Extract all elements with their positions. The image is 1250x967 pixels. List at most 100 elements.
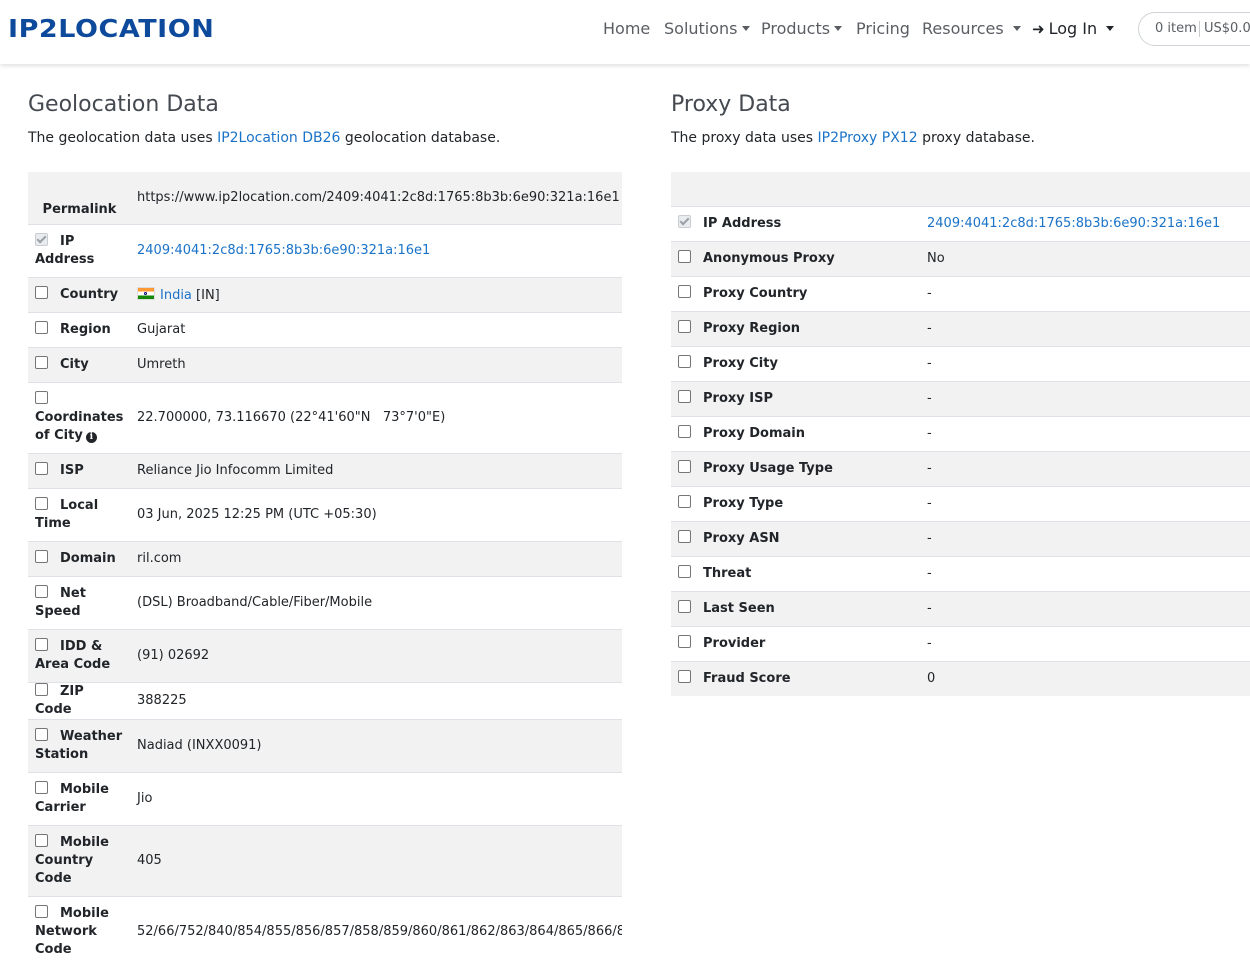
- row-checkbox[interactable]: [678, 354, 691, 368]
- row-checkbox[interactable]: [678, 249, 691, 263]
- row-checkbox[interactable]: [678, 529, 691, 543]
- row-label: Proxy Usage Type: [671, 450, 918, 486]
- row-checkbox[interactable]: [678, 459, 691, 473]
- country-link[interactable]: India: [160, 288, 192, 303]
- nav-login-label: Log In: [1048, 19, 1098, 38]
- row-value: 22.700000, 73.116670 (22°41'60"N 73°7'0"…: [128, 381, 622, 453]
- row-label: ZIP Code: [28, 681, 128, 719]
- row-checkbox[interactable]: [678, 319, 691, 333]
- row-checkbox[interactable]: [35, 320, 48, 334]
- row-label-text: Domain: [60, 550, 116, 566]
- row-value: Jio: [128, 771, 622, 825]
- row-checkbox[interactable]: [678, 564, 691, 578]
- row-label-text: Coordinates of City: [35, 409, 124, 443]
- geolocation-title: Geolocation Data: [28, 92, 219, 117]
- chevron-down-icon: [834, 26, 843, 31]
- row-checkbox[interactable]: [678, 284, 691, 298]
- nav-home-link[interactable]: Home: [603, 18, 650, 40]
- row-label: Proxy ASN: [671, 520, 918, 556]
- row-label: Proxy Domain: [671, 415, 918, 451]
- chevron-down-icon: [1012, 26, 1021, 31]
- country-code: [IN]: [191, 287, 220, 303]
- row-label: Last Seen: [671, 590, 918, 626]
- row-checkbox[interactable]: [35, 285, 48, 299]
- row-checkbox[interactable]: [35, 584, 48, 598]
- nav-solutions-dropdown[interactable]: Solutions: [664, 18, 750, 40]
- table-row: Proxy City -: [671, 345, 1250, 381]
- row-label: Domain: [28, 540, 128, 576]
- row-label: ISP: [28, 452, 128, 488]
- table-row: Anonymous Proxy No: [671, 240, 1250, 276]
- table-row: Weather Station Nadiad (INXX0091): [28, 718, 622, 772]
- row-label: IP Address: [28, 223, 128, 277]
- row-value: (DSL) Broadband/Cable/Fiber/Mobile: [128, 575, 622, 629]
- table-row: Last Seen -: [671, 590, 1250, 626]
- row-checkbox[interactable]: [35, 232, 48, 246]
- row-checkbox[interactable]: [678, 634, 691, 648]
- nav-solutions-label: Solutions: [664, 19, 738, 38]
- row-checkbox[interactable]: [678, 389, 691, 403]
- ip-address-link[interactable]: 2409:4041:2c8d:1765:8b3b:6e90:321a:16e1: [137, 243, 430, 258]
- permalink-value: https://www.ip2location.com/2409:4041:2c…: [128, 172, 622, 224]
- row-checkbox[interactable]: [678, 214, 691, 228]
- nav-pricing-link[interactable]: Pricing: [856, 18, 910, 40]
- table-row: ZIP Code 388225: [28, 681, 622, 719]
- row-checkbox[interactable]: [35, 833, 48, 847]
- cart-item-count: 0 item: [1155, 21, 1197, 36]
- db26-link[interactable]: IP2Location DB26: [217, 130, 340, 146]
- nav-products-dropdown[interactable]: Products: [761, 18, 843, 40]
- row-label-text: Fraud Score: [703, 670, 791, 686]
- table-row: Region Gujarat: [28, 311, 622, 347]
- info-icon[interactable]: i: [85, 431, 97, 443]
- header-cell: [918, 172, 1250, 206]
- chevron-down-icon: [1106, 26, 1115, 31]
- row-checkbox[interactable]: [35, 727, 48, 741]
- table-row: Proxy Usage Type -: [671, 450, 1250, 486]
- row-checkbox[interactable]: [35, 549, 48, 563]
- table-row: Proxy Region -: [671, 310, 1250, 346]
- row-label-text: Threat: [703, 565, 752, 581]
- row-label-text: Weather Station: [35, 728, 123, 762]
- row-value: Gujarat: [128, 311, 622, 347]
- row-checkbox[interactable]: [35, 780, 48, 794]
- row-label: Anonymous Proxy: [671, 240, 918, 276]
- nav-resources-dropdown[interactable]: Resources: [922, 18, 1021, 40]
- proxy-desc-prefix: The proxy data uses: [671, 130, 818, 146]
- row-label: Mobile Network Code: [28, 895, 128, 967]
- row-label: IDD & Area Code: [28, 628, 128, 682]
- ip-address-link[interactable]: 2409:4041:2c8d:1765:8b3b:6e90:321a:16e1: [927, 216, 1220, 231]
- top-navbar: IP2LOCATION Home Solutions Products Pric…: [0, 0, 1250, 64]
- permalink-url: https://www.ip2location.com/2409:4041:2c…: [137, 190, 620, 205]
- row-value: Nadiad (INXX0091): [128, 718, 622, 772]
- ip2location-logo[interactable]: IP2LOCATION: [8, 16, 267, 41]
- row-checkbox[interactable]: [35, 496, 48, 510]
- row-checkbox[interactable]: [35, 904, 48, 918]
- row-label-text: Proxy Domain: [703, 425, 806, 441]
- row-checkbox[interactable]: [678, 494, 691, 508]
- cart-divider: [1199, 21, 1200, 37]
- row-value: 03 Jun, 2025 12:25 PM (UTC +05:30): [128, 487, 622, 541]
- row-value: -: [918, 275, 1250, 311]
- row-label: Mobile Carrier: [28, 771, 128, 825]
- row-label: Threat: [671, 555, 918, 591]
- permalink-row: Permalink https://www.ip2location.com/24…: [28, 172, 622, 224]
- row-checkbox[interactable]: [35, 461, 48, 475]
- row-value: -: [918, 345, 1250, 381]
- row-checkbox[interactable]: [678, 424, 691, 438]
- nav-login-dropdown[interactable]: ➜ Log In: [1032, 18, 1115, 40]
- geolocation-desc-prefix: The geolocation data uses: [28, 130, 218, 146]
- row-checkbox[interactable]: [35, 390, 48, 404]
- row-checkbox[interactable]: [35, 682, 48, 696]
- row-label: Proxy ISP: [671, 380, 918, 416]
- table-row: Mobile Country Code 405: [28, 824, 622, 896]
- px12-link[interactable]: IP2Proxy PX12: [818, 130, 918, 146]
- row-checkbox[interactable]: [35, 637, 48, 651]
- row-label-text: Proxy Region: [703, 320, 801, 336]
- table-row: Proxy ISP -: [671, 380, 1250, 416]
- row-label-text: ISP: [60, 462, 84, 478]
- cart-button[interactable]: 0 item US$0.00: [1138, 12, 1250, 46]
- row-checkbox[interactable]: [678, 669, 691, 683]
- table-row: ISP Reliance Jio Infocomm Limited: [28, 452, 622, 488]
- row-checkbox[interactable]: [35, 355, 48, 369]
- row-checkbox[interactable]: [678, 599, 691, 613]
